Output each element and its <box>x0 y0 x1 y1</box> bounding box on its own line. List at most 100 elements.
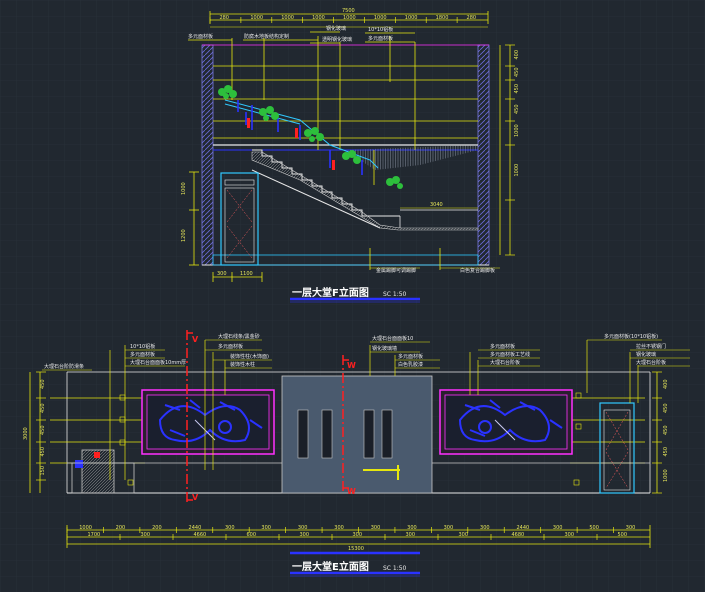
bottom-row2-dim-7: 300 <box>459 532 469 538</box>
bottom-row1-dim-1: 200 <box>116 525 126 531</box>
top-segment-dim-1: 1000 <box>250 15 263 21</box>
top-segment-dim-3: 1000 <box>312 15 325 21</box>
left-wall-section <box>201 44 214 266</box>
annotation-e-mid-3: 装饰性柱(木饰面) <box>230 353 269 360</box>
bottom-total-e: 15300 <box>348 546 364 552</box>
top-segment-dim-4: 1000 <box>343 15 356 21</box>
bottom-row1-dim-13: 300 <box>553 525 563 531</box>
annotation-f-1: 多元面材板 <box>188 33 213 40</box>
bottom-row2-dim-4: 300 <box>300 532 310 538</box>
elevation-f-title: 一层大堂F立面图 <box>292 286 369 299</box>
annotation-e-right-4: 大理石台阶板 <box>636 359 666 366</box>
elevation-e-title: 一层大堂E立面图 <box>292 560 369 573</box>
annotation-e-left-3: 多元面材板 <box>130 351 155 358</box>
section-mark-v-top: V <box>192 335 199 344</box>
bottom-row1-dim-9: 300 <box>407 525 417 531</box>
top-segment-dim-5: 1000 <box>374 15 387 21</box>
annotation-f-bottom-2: 白色复合踢脚板 <box>460 267 495 274</box>
annotation-e-center-4: 白色乳胶漆 <box>398 361 423 368</box>
annotation-e-right-1: 多元面材板(10*10铝板) <box>604 333 658 340</box>
left-dim-f-1: 1000 <box>181 182 187 195</box>
bottom-row1-dim-7: 300 <box>334 525 344 531</box>
bottom-row2-dim-8: 4680 <box>512 532 525 538</box>
elevation-e-scale: SC 1:50 <box>383 565 407 572</box>
top-total-dimension: 7500 <box>342 8 355 14</box>
bottom-row1-dim-6: 300 <box>298 525 308 531</box>
annotation-e-left-2: 10*10铝板 <box>130 343 155 350</box>
top-segment-dim-7: 1800 <box>436 15 449 21</box>
annotation-f-bottom-1: 金属踢脚可调踢脚 <box>376 267 416 274</box>
annotation-e-mid-4: 装饰性木柱 <box>230 361 255 368</box>
annotation-e-center-2: 钢化玻璃墙 <box>372 345 397 352</box>
central-feature-wall <box>281 375 433 494</box>
bottom-dim-f-1: 300 <box>217 271 227 277</box>
left-dim-f-2: 1200 <box>181 229 187 242</box>
bottom-row2-dim-0: 1700 <box>88 532 101 538</box>
bottom-row1-dim-14: 500 <box>589 525 599 531</box>
right-mural-panel <box>439 389 573 455</box>
annotation-e-right-2: 拉丝不锈钢门 <box>636 343 666 350</box>
annotation-e-right-3: 钢化玻璃 <box>636 351 656 358</box>
right-dim-e-4: 1000 <box>663 469 669 482</box>
bottom-row1-dim-3: 2440 <box>189 525 202 531</box>
bottom-row1-dim-8: 300 <box>371 525 381 531</box>
annotation-e-center-3: 多元面材板 <box>398 353 423 360</box>
bottom-row1-dim-12: 2440 <box>516 525 529 531</box>
top-segment-dim-6: 1000 <box>405 15 418 21</box>
left-dim-e-0: 450 <box>40 379 46 389</box>
section-mark-w-bottom: W <box>347 487 356 496</box>
annotation-f-5: 10*10铝板 <box>368 26 393 33</box>
right-dim-f-2: 450 <box>514 84 520 94</box>
right-dim-e-1: 450 <box>663 403 669 413</box>
bottom-row1-dim-2: 200 <box>152 525 162 531</box>
top-segment-dim-2: 1000 <box>281 15 294 21</box>
annotation-f-6: 多元面材板 <box>368 35 393 42</box>
bottom-dim-f-2: 1100 <box>240 271 253 277</box>
annotation-e-center-1: 大理石台面面板10 <box>372 335 413 342</box>
bottom-row1-dim-0: 1000 <box>79 525 92 531</box>
bottom-row1-dim-11: 300 <box>480 525 490 531</box>
annotation-f-3: 钢化玻璃 <box>326 25 346 32</box>
right-dim-f-0: 400 <box>514 50 520 60</box>
bottom-row2-dim-3: 600 <box>247 532 257 538</box>
bottom-row2-dim-9: 300 <box>565 532 575 538</box>
left-dim-e-1: 450 <box>40 403 46 413</box>
annotation-e-left-1: 大理石台阶防滑条 <box>44 363 84 370</box>
bottom-row2-dim-1: 300 <box>141 532 151 538</box>
top-segment-dim-0: 280 <box>219 15 229 21</box>
section-mark-v-bottom: V <box>192 493 199 502</box>
bottom-row2-dim-5: 300 <box>353 532 363 538</box>
annotation-e-rmid-1: 多元面材板 <box>490 343 515 350</box>
left-dim-e-2: 450 <box>40 425 46 435</box>
annotation-e-rmid-3: 大理石台阶板 <box>490 359 520 366</box>
left-dim-e-4: 150 <box>40 466 46 476</box>
annotation-e-mid-2: 多元面材板 <box>218 343 243 350</box>
annotation-e-mid-1: 大理石线条/黑金砂 <box>218 333 260 340</box>
right-dim-e-0: 400 <box>663 379 669 389</box>
right-dim-f-5: 1000 <box>514 164 520 177</box>
bottom-row2-dim-2: 4660 <box>194 532 207 538</box>
left-mural-panel <box>141 389 275 455</box>
inner-dimension-f: 3040 <box>430 202 443 208</box>
bottom-row1-dim-4: 300 <box>225 525 235 531</box>
bottom-row2-dim-10: 500 <box>618 532 628 538</box>
right-dim-f-3: 450 <box>514 104 520 114</box>
annotation-e-rmid-2: 多元面材板工艺线 <box>490 351 530 358</box>
right-dim-e-3: 450 <box>663 447 669 457</box>
annotation-f-4: 透明钢化玻璃 <box>322 36 352 43</box>
bottom-row2-dim-6: 300 <box>406 532 416 538</box>
cad-drawing-canvas: 7500 280 1000 1000 1000 1000 1000 1000 1800 280 <box>0 0 705 592</box>
right-dim-f-4: 1000 <box>514 124 520 137</box>
elevation-f-scale: SC 1:50 <box>383 291 407 298</box>
left-dim-e-3: 450 <box>40 447 46 457</box>
top-segment-dim-8: 280 <box>467 15 477 21</box>
annotation-e-left-4: 大理石台面面板10mm厚 <box>130 359 186 366</box>
bottom-row1-dim-10: 300 <box>444 525 454 531</box>
right-dim-e-2: 450 <box>663 425 669 435</box>
right-wall-section <box>477 44 490 266</box>
right-dim-f-1: 450 <box>514 67 520 77</box>
bottom-row1-dim-5: 300 <box>261 525 271 531</box>
annotation-f-2: 防腐木地板结构定制 <box>244 33 289 40</box>
left-dim-e-total: 3000 <box>23 427 29 440</box>
section-mark-w-top: W <box>347 361 356 370</box>
